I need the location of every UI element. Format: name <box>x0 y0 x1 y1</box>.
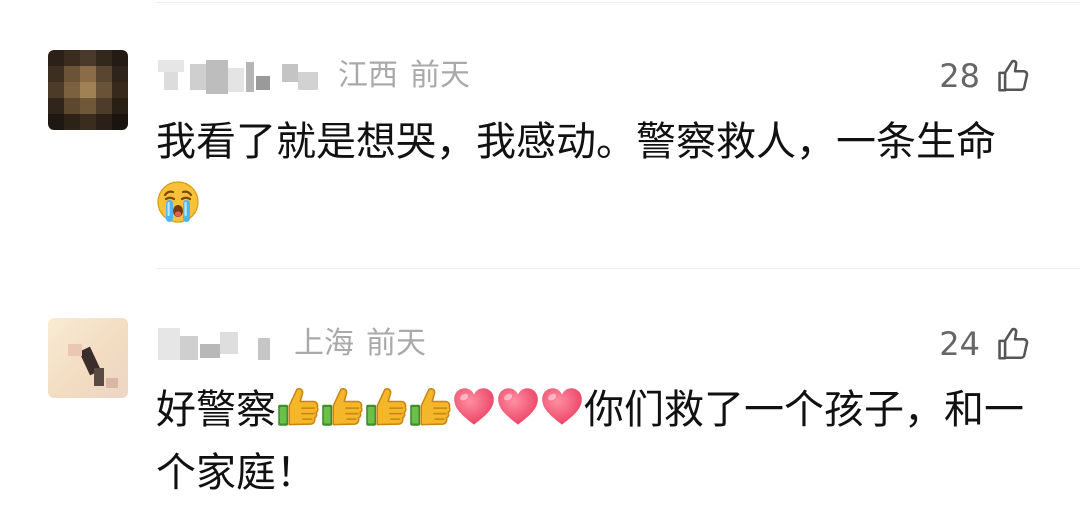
thumb-up-icon[interactable] <box>994 325 1032 363</box>
comment-meta: 上海 前天 <box>294 326 426 362</box>
like-button[interactable]: 28 <box>939 56 1032 96</box>
thumbs-up-icon <box>276 385 320 429</box>
comment-text-before: 我看了就是想哭，我感动。警察救人，一条生命 <box>156 119 996 165</box>
avatar[interactable] <box>48 318 128 398</box>
like-count: 24 <box>939 325 980 363</box>
comment-item: 上海 前天 24 好警察 你们救了一个孩子，和一个家庭！ <box>0 269 1080 512</box>
thumb-up-icon[interactable] <box>994 57 1032 95</box>
comment-time: 前天 <box>410 58 470 93</box>
heart-icon <box>452 385 496 429</box>
thumbs-up-icon <box>408 385 452 429</box>
heart-icon <box>540 385 584 429</box>
like-count: 28 <box>939 57 980 95</box>
avatar[interactable] <box>48 50 128 130</box>
heart-icon <box>496 385 540 429</box>
crying-face-icon <box>156 180 200 224</box>
username-blurred[interactable] <box>158 58 328 94</box>
comment-meta: 江西 前天 <box>338 58 470 94</box>
like-button[interactable]: 24 <box>939 324 1032 364</box>
comment-text: 我看了就是想哭，我感动。警察救人，一条生命 <box>156 111 1026 237</box>
thumbs-up-icon <box>364 385 408 429</box>
comment-text-before: 好警察 <box>156 387 276 433</box>
comment-region: 上海 <box>294 326 354 361</box>
comment-region: 江西 <box>338 58 398 93</box>
thumbs-up-icon <box>320 385 364 429</box>
username-blurred[interactable] <box>158 326 288 362</box>
comment-text: 好警察 你们救了一个孩子，和一个家庭！ <box>156 379 1026 505</box>
comment-time: 前天 <box>366 326 426 361</box>
comment-item: 江西 前天 28 我看了就是想哭，我感动。警察救人，一条生命 <box>0 0 1080 268</box>
